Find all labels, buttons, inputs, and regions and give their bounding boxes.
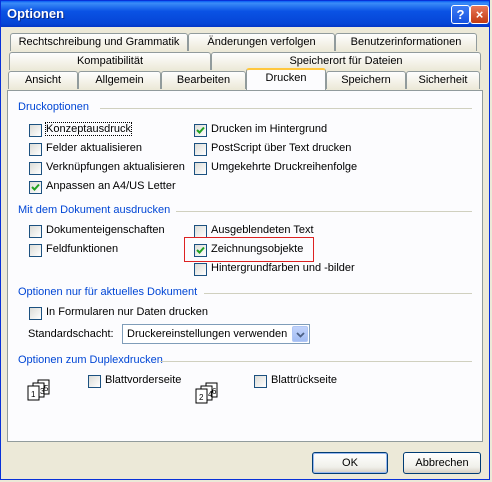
label-dokumenteigenschaften: Dokumenteigenschaften [46,224,165,236]
group-druckoptionen-title: Druckoptionen [18,101,89,113]
checkbox-feldfunktionen[interactable] [29,244,42,257]
checkbox-drucken-hintergrund[interactable] [194,124,207,137]
checkbox-hintergrundfarben[interactable] [194,263,207,276]
tab-allgemein[interactable]: Allgemein [78,71,161,89]
checkbox-verknuepfungen[interactable] [29,162,42,175]
group-mit-dokument-title: Mit dem Dokument ausdrucken [18,204,171,216]
standardschacht-value: Druckereinstellungen verwenden [127,328,288,340]
label-anpassen-a4: Anpassen an A4/US Letter [46,180,176,192]
label-standardschacht: Standardschacht: [28,328,114,340]
label-hintergrundfarben: Hintergrundfarben und -bilder [211,262,355,274]
label-felder-aktualisieren: Felder aktualisieren [46,142,142,154]
close-button[interactable]: × [470,5,489,24]
group-divider [160,361,472,362]
group-divider [100,108,472,109]
label-verknuepfungen: Verknüpfungen aktualisieren [46,161,185,173]
label-umgekehrte-reihenfolge: Umgekehrte Druckreihenfolge [211,161,358,173]
group-divider [204,293,472,294]
page-number: 5 [44,384,49,393]
tab-drucken[interactable]: Drucken [246,68,326,90]
duplex-back-pages-icon: 2 4 6 [195,382,218,404]
ok-button[interactable]: OK [312,452,388,474]
tab-rechtschreibung[interactable]: Rechtschreibung und Grammatik [10,33,188,51]
checkbox-formulare-daten[interactable] [29,307,42,320]
tab-benutzerinformationen[interactable]: Benutzerinformationen [335,33,477,51]
tab-bearbeiten[interactable]: Bearbeiten [161,71,246,89]
group-divider [176,211,472,212]
label-formulare-daten: In Formularen nur Daten drucken [46,306,209,318]
page-number: 2 [199,393,204,402]
tab-aenderungen[interactable]: Änderungen verfolgen [188,33,335,51]
label-blattrueckseite: Blattrückseite [271,374,338,386]
checkbox-zeichnungsobjekte[interactable] [194,244,207,257]
checkbox-dokumenteigenschaften[interactable] [29,225,42,238]
checkmark-icon [196,246,205,254]
tab-sicherheit[interactable]: Sicherheit [406,71,480,89]
help-button[interactable]: ? [451,5,470,24]
checkbox-konzeptausdruck[interactable] [29,124,42,137]
label-zeichnungsobjekte: Zeichnungsobjekte [211,243,304,255]
checkbox-postscript[interactable] [194,143,207,156]
checkbox-blattvorderseite[interactable] [88,375,101,388]
cancel-button[interactable]: Abbrechen [403,452,481,474]
tab-panel-drucken: Druckoptionen Konzeptausdruck Felder akt… [7,90,483,442]
label-ausgeblendeter-text: Ausgeblendeten Text [211,224,314,236]
tab-kompatibilitaet[interactable]: Kompatibilität [9,52,211,70]
window-title: Optionen [7,6,65,21]
options-dialog: Optionen ? × Rechtschreibung und Grammat… [0,0,490,480]
checkbox-anpassen-a4[interactable] [29,181,42,194]
checkbox-felder-aktualisieren[interactable] [29,143,42,156]
group-duplex-title: Optionen zum Duplexdrucken [18,354,163,366]
page-number: 6 [212,387,217,396]
checkbox-blattrueckseite[interactable] [254,375,267,388]
label-drucken-hintergrund: Drucken im Hintergrund [211,123,328,135]
tab-speichern[interactable]: Speichern [326,71,406,89]
checkmark-icon [31,183,40,191]
label-postscript: PostScript über Text drucken [211,142,352,154]
title-bar[interactable]: Optionen ? × [1,1,489,27]
dropdown-arrow-icon[interactable] [292,326,308,342]
duplex-front-pages-icon: 1 3 5 [27,379,50,401]
group-aktuelles-dokument-title: Optionen nur für aktuelles Dokument [18,286,198,298]
checkmark-icon [196,126,205,134]
page-number: 1 [31,390,36,399]
standardschacht-dropdown[interactable]: Druckereinstellungen verwenden [122,324,310,344]
label-blattvorderseite: Blattvorderseite [105,374,182,386]
label-feldfunktionen: Feldfunktionen [46,243,119,255]
tab-ansicht[interactable]: Ansicht [8,71,78,89]
checkbox-umgekehrte-reihenfolge[interactable] [194,162,207,175]
label-konzeptausdruck: Konzeptausdruck [45,122,132,136]
